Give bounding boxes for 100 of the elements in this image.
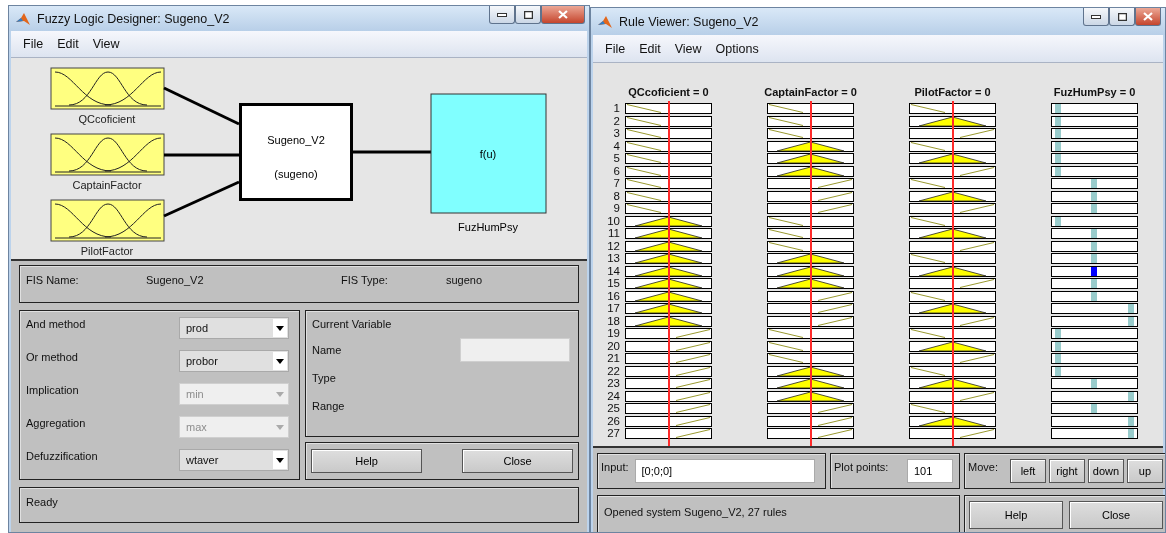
column-header: CaptainFactor = 0 — [764, 85, 857, 100]
field-label: Aggregation — [26, 416, 87, 431]
move-button[interactable]: up — [1126, 459, 1163, 483]
status-text: Opened system Sugeno_V2, 27 rules — [604, 506, 787, 518]
field-label: And method — [26, 317, 87, 332]
field-label: Move: — [968, 460, 998, 473]
help-button[interactable]: Help — [311, 449, 422, 473]
plot-points-field[interactable]: 101 — [907, 459, 953, 483]
rule-number: 20 — [607, 340, 620, 352]
input-label: PilotFactor — [80, 245, 134, 257]
rule-number: 2 — [613, 115, 620, 127]
menu-item[interactable]: View — [85, 37, 127, 51]
menu-item[interactable]: File — [598, 41, 633, 56]
field-label: Defuzzification — [26, 449, 99, 464]
caret-icon — [276, 325, 284, 331]
status-text: Ready — [26, 496, 58, 508]
rule-number: 23 — [607, 378, 620, 389]
rule-number: 22 — [607, 365, 620, 377]
dropdown[interactable]: wtaver — [179, 449, 289, 471]
name-field[interactable] — [460, 338, 570, 362]
close-icon — [558, 10, 568, 19]
rule-number: 6 — [613, 165, 620, 177]
rule-number: 12 — [607, 240, 620, 252]
close-button[interactable] — [1135, 8, 1161, 26]
dropdown[interactable]: prod — [179, 317, 289, 339]
close-button[interactable]: Close — [462, 449, 573, 473]
system-name: Sugeno_V2 — [267, 134, 325, 146]
field-label: Name — [312, 344, 342, 356]
rule-number: 25 — [607, 403, 620, 414]
output-function: f(u) — [479, 148, 497, 160]
minimize-icon — [1091, 14, 1101, 19]
panel-title: Current Variable — [312, 318, 393, 330]
column-header: QCcoficient = 0 — [628, 85, 709, 100]
field-label: Or method — [26, 350, 79, 365]
minimize-icon — [497, 12, 507, 17]
rule-number: 10 — [607, 215, 620, 227]
close-button[interactable]: Close — [1069, 501, 1163, 529]
dropdown[interactable]: probor — [179, 350, 289, 372]
rule-number: 9 — [613, 203, 620, 214]
caret-icon — [276, 424, 284, 430]
rule-number: 15 — [607, 278, 620, 289]
close-icon — [1143, 12, 1153, 21]
restore-icon — [1117, 12, 1127, 21]
caret-icon — [276, 358, 284, 364]
rule-number: 7 — [613, 178, 620, 189]
rule-number: 18 — [607, 315, 620, 327]
field-label: FIS Type: — [341, 274, 389, 288]
rule-number: 26 — [607, 415, 620, 427]
restore-icon — [523, 10, 533, 19]
rule-number: 8 — [613, 190, 620, 202]
membership-plot[interactable] — [50, 133, 165, 176]
system-type: (sugeno) — [274, 168, 318, 180]
menu-item[interactable]: File — [16, 37, 51, 51]
membership-plot[interactable] — [50, 199, 165, 242]
menu-item[interactable]: View — [667, 41, 709, 56]
rule-number: 4 — [613, 140, 620, 152]
maximize-button[interactable] — [515, 6, 541, 24]
column-header: FuzHumPsy = 0 — [1053, 85, 1136, 100]
menu-item[interactable]: Options — [708, 41, 766, 56]
minimize-button[interactable] — [1083, 8, 1109, 26]
field-label: Type — [312, 372, 336, 384]
membership-plot[interactable] — [50, 67, 165, 110]
rule-number: 1 — [613, 103, 620, 114]
output-label: FuzHumPsy — [458, 221, 518, 233]
field-value: sugeno — [446, 274, 484, 288]
maximize-button[interactable] — [1109, 8, 1135, 26]
rule-number: 3 — [613, 128, 620, 139]
rule-number: 17 — [607, 303, 620, 314]
close-button[interactable] — [541, 6, 585, 24]
input-field[interactable]: [0;0;0] — [634, 459, 815, 483]
menu-item[interactable]: Edit — [50, 37, 86, 51]
rule-number: 13 — [607, 253, 620, 264]
window-title: Fuzzy Logic Designer: Sugeno_V2 — [37, 11, 230, 26]
field-label: Plot points: — [834, 460, 889, 473]
rule-number: 21 — [607, 353, 620, 364]
rule-number: 5 — [613, 153, 620, 164]
rule-number: 16 — [607, 290, 620, 302]
output-block[interactable] — [430, 93, 547, 214]
help-button[interactable]: Help — [969, 501, 1063, 529]
caret-icon — [276, 391, 284, 397]
column-header: PilotFactor = 0 — [914, 85, 991, 100]
field-label: Input: — [601, 460, 629, 473]
window-title: Rule Viewer: Sugeno_V2 — [619, 14, 759, 29]
rule-number: 14 — [607, 265, 620, 277]
input-label: CaptainFactor — [72, 179, 142, 191]
move-button[interactable]: left — [1009, 459, 1046, 483]
field-label: Range — [312, 400, 345, 412]
minimize-button[interactable] — [489, 6, 515, 24]
rule-number: 27 — [607, 428, 620, 439]
move-button[interactable]: down — [1087, 459, 1124, 483]
input-label: QCcoficient — [78, 113, 136, 125]
move-button[interactable]: right — [1048, 459, 1085, 483]
rule-number: 24 — [607, 390, 620, 402]
rule-number: 19 — [607, 328, 620, 339]
field-label: FIS Name: — [26, 274, 80, 288]
field-label: Implication — [26, 383, 80, 398]
caret-icon — [276, 457, 284, 463]
menu-item[interactable]: Edit — [632, 41, 668, 56]
rule-number: 11 — [608, 228, 620, 239]
system-block[interactable] — [239, 103, 353, 201]
